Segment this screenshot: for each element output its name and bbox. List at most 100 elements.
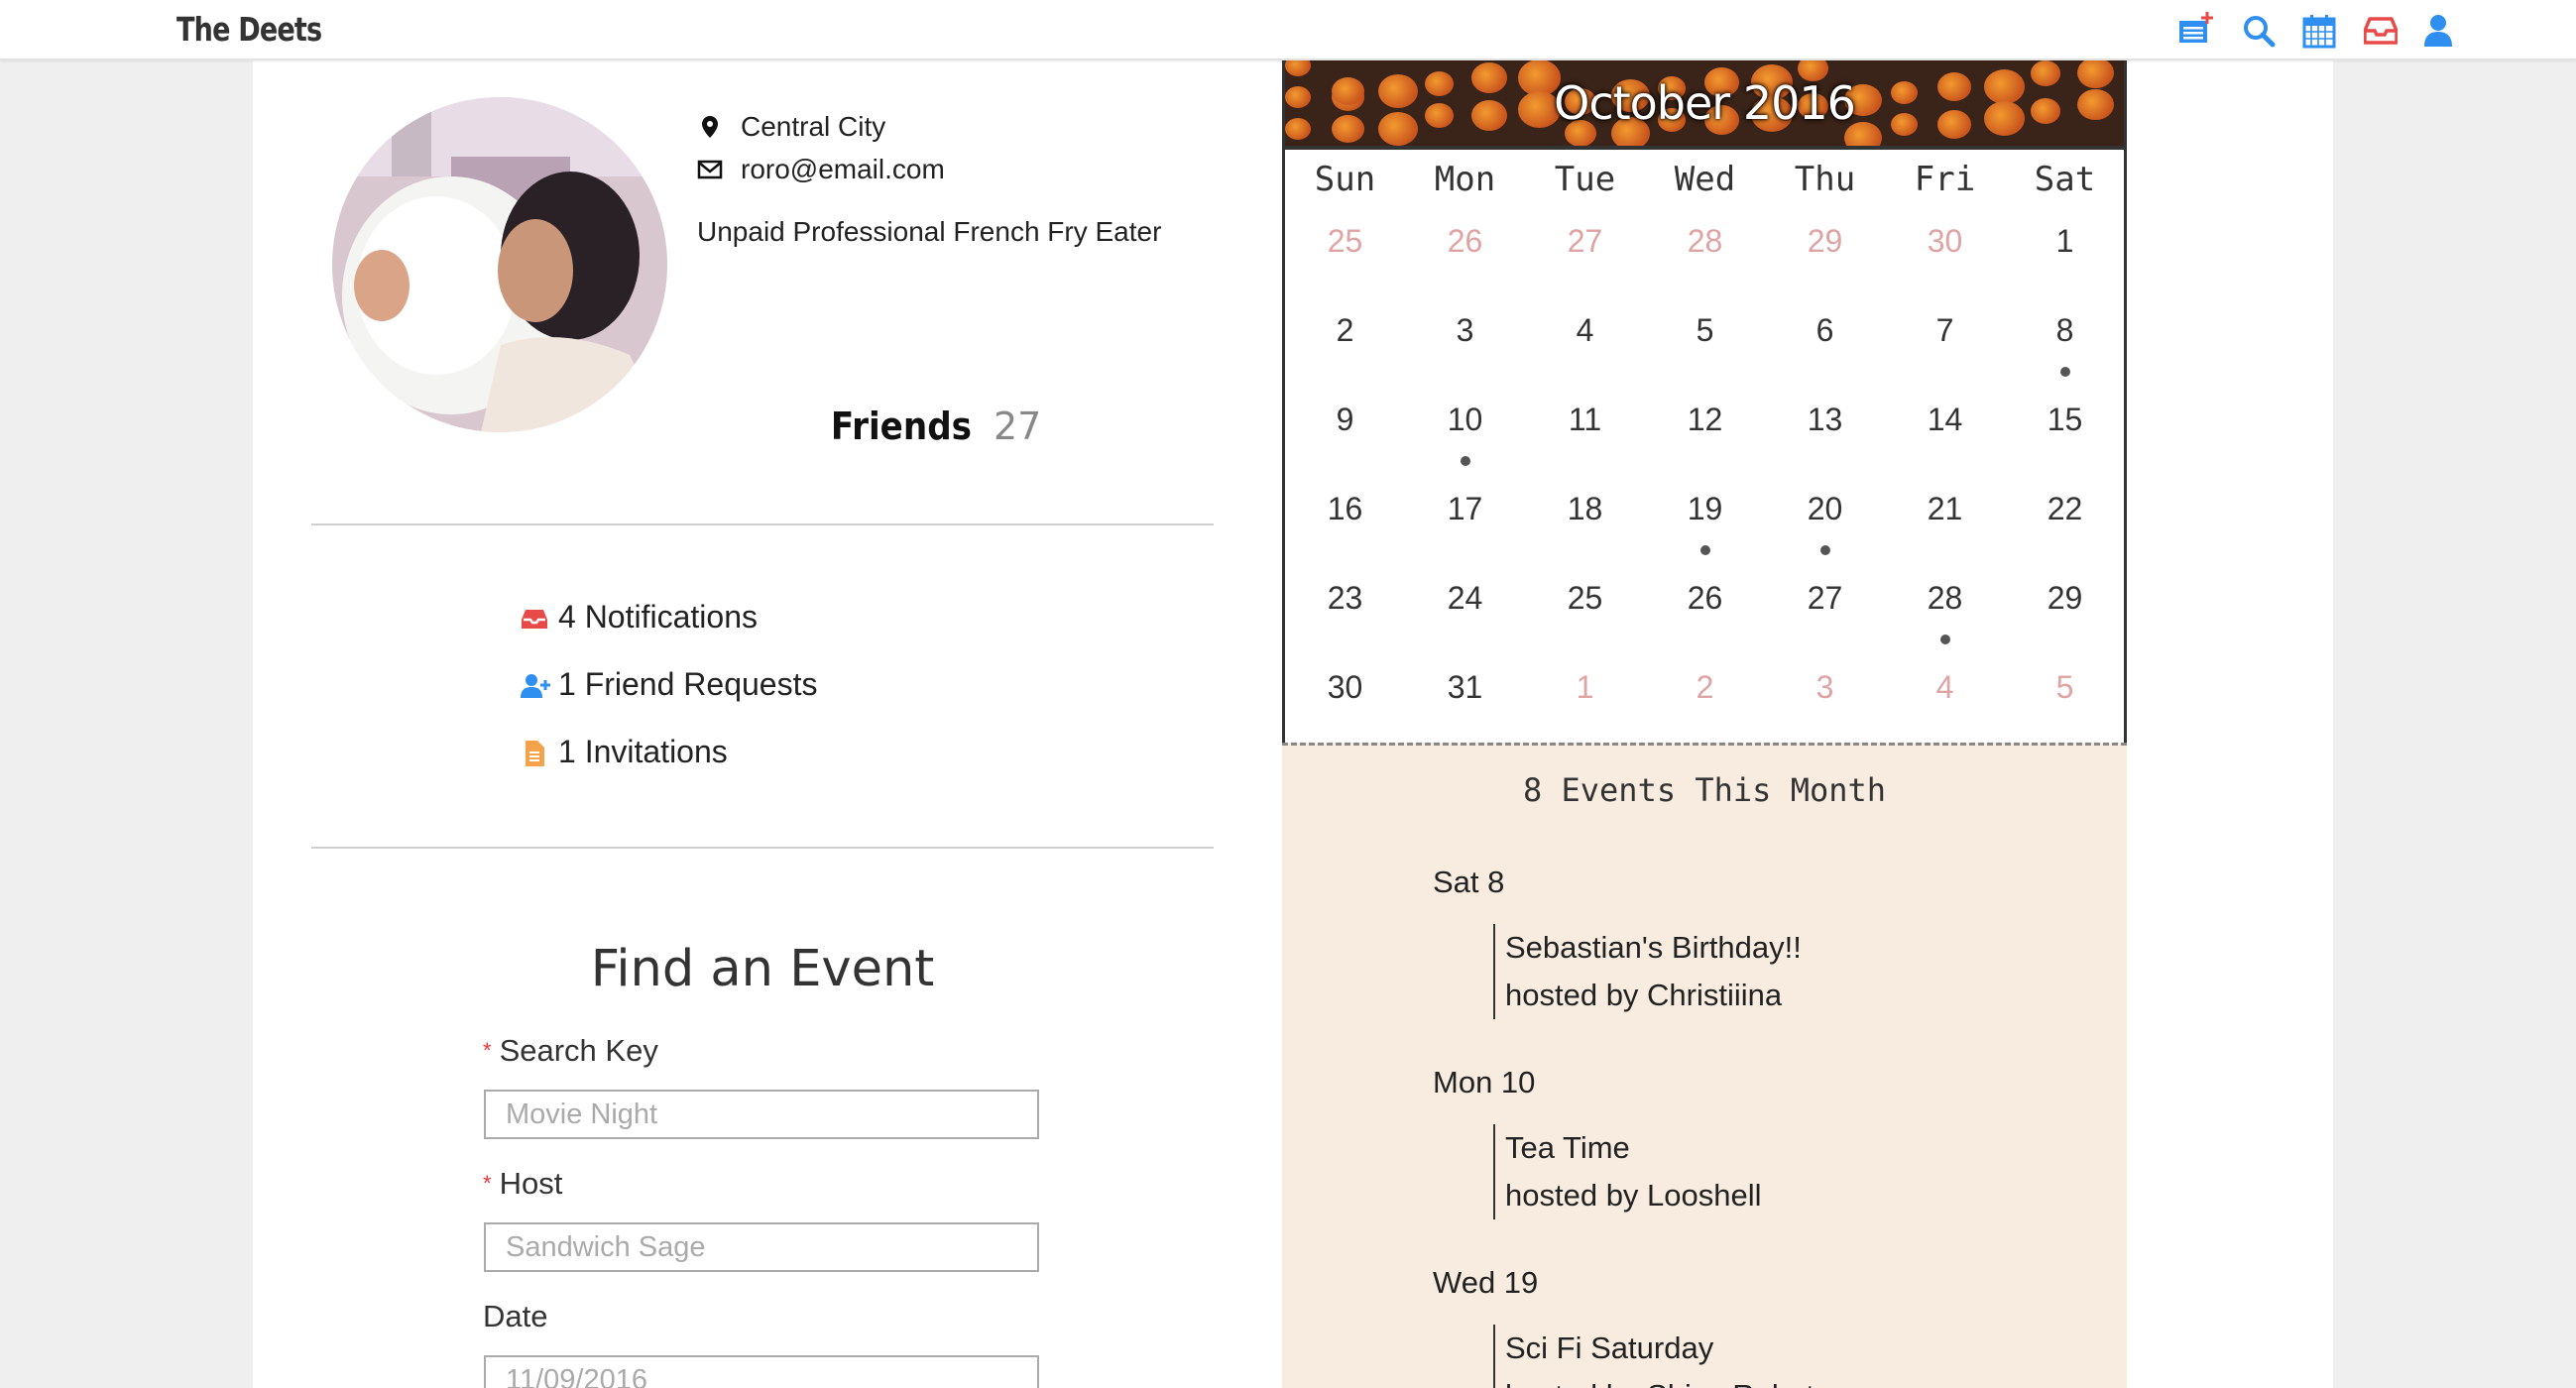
event-name: Tea Time: [1505, 1130, 1630, 1165]
weekday-header: Tue: [1554, 160, 1616, 199]
calendar-day-other-month[interactable]: 28: [1645, 223, 1765, 260]
event-item[interactable]: Sci Fi Saturday hosted by Shiny Robots: [1493, 1325, 1829, 1388]
inbox-icon: [521, 604, 548, 632]
search-key-input[interactable]: [484, 1090, 1039, 1139]
calendar-day[interactable]: 10: [1405, 402, 1525, 438]
event-host: hosted by Looshell: [1505, 1178, 1762, 1213]
calendar-day[interactable]: 30: [1285, 669, 1405, 706]
calendar-day-other-month[interactable]: 30: [1885, 223, 2005, 260]
event-host: hosted by Shiny Robots: [1505, 1372, 1829, 1388]
profile-bio: Unpaid Professional French Fry Eater: [697, 216, 1162, 247]
calendar-day-other-month[interactable]: 29: [1765, 223, 1885, 260]
date-input[interactable]: [484, 1355, 1039, 1388]
user-icon[interactable]: [2423, 14, 2459, 50]
invitations-link[interactable]: 1 Invitations: [521, 734, 728, 770]
notifications-link[interactable]: 4 Notifications: [521, 599, 758, 636]
brand-logo[interactable]: The Deets: [176, 10, 322, 49]
calendar-day[interactable]: 28: [1885, 580, 2005, 617]
host-label-text: Host: [499, 1166, 563, 1201]
friend-requests-link[interactable]: 1 Friend Requests: [521, 666, 817, 703]
calendar-day-other-month[interactable]: 1: [1525, 669, 1645, 706]
calendar-day-other-month[interactable]: 4: [1885, 669, 2005, 706]
calendar-day[interactable]: 20: [1765, 491, 1885, 527]
calendar-day[interactable]: 11: [1525, 402, 1645, 438]
calendar-day-other-month[interactable]: 2: [1645, 669, 1765, 706]
friends-count[interactable]: Friends 27: [823, 405, 1041, 448]
calendar-day[interactable]: 5: [1645, 312, 1765, 349]
host-input[interactable]: [484, 1222, 1039, 1272]
event-date: Wed 19: [1433, 1265, 1539, 1300]
calendar-day[interactable]: 7: [1885, 312, 2005, 349]
event-dot: [1820, 545, 1830, 555]
event-item[interactable]: Sebastian's Birthday!! hosted by Christi…: [1493, 924, 1802, 1019]
calendar-day[interactable]: 16: [1285, 491, 1405, 527]
calendar-day[interactable]: 4: [1525, 312, 1645, 349]
invitations-text: 1 Invitations: [558, 734, 728, 769]
event-item[interactable]: Tea Time hosted by Looshell: [1493, 1124, 1762, 1219]
event-date: Sat 8: [1433, 865, 1505, 899]
inbox-icon[interactable]: [2363, 16, 2400, 52]
calendar-day[interactable]: 19: [1645, 491, 1765, 527]
calendar-day[interactable]: 1: [2005, 223, 2125, 260]
event-date: Mon 10: [1433, 1065, 1536, 1099]
event-dot: [1940, 635, 1950, 644]
event-name: Sci Fi Saturday: [1505, 1330, 1714, 1365]
event-dot: [1700, 545, 1710, 555]
calendar-day[interactable]: 3: [1405, 312, 1525, 349]
host-label: * Host: [483, 1166, 562, 1202]
email-line: roro@email.com: [697, 154, 945, 185]
calendar-day[interactable]: 22: [2005, 491, 2125, 527]
calendar-day-other-month[interactable]: 5: [2005, 669, 2125, 706]
location-line: Central City: [697, 111, 885, 143]
calendar-day[interactable]: 8: [2005, 312, 2125, 349]
calendar-day[interactable]: 6: [1765, 312, 1885, 349]
add-event-icon[interactable]: [2177, 10, 2213, 46]
calendar-day[interactable]: 17: [1405, 491, 1525, 527]
calendar-day[interactable]: 23: [1285, 580, 1405, 617]
calendar-day[interactable]: 31: [1405, 669, 1525, 706]
envelope-icon: [697, 157, 723, 182]
event-dot: [2060, 367, 2070, 377]
search-key-label-text: Search Key: [499, 1033, 658, 1068]
date-label: Date: [483, 1299, 548, 1333]
calendar-day[interactable]: 15: [2005, 402, 2125, 438]
calendar-day[interactable]: 9: [1285, 402, 1405, 438]
divider: [311, 523, 1214, 525]
calendar-day[interactable]: 25: [1525, 580, 1645, 617]
calendar-day-other-month[interactable]: 3: [1765, 669, 1885, 706]
friends-label: Friends: [830, 405, 973, 448]
events-title: 8 Events This Month: [1522, 771, 1887, 809]
add-friend-icon: [521, 671, 550, 699]
calendar-day[interactable]: 2: [1285, 312, 1405, 349]
email-text: roro@email.com: [741, 154, 945, 184]
document-icon: [521, 739, 548, 766]
weekday-header: Fri: [1914, 160, 1976, 199]
divider: [311, 847, 1214, 849]
notifications-text: 4 Notifications: [558, 599, 758, 635]
friends-number: 27: [993, 405, 1042, 448]
calendar-day[interactable]: 21: [1885, 491, 2005, 527]
calendar-day-other-month[interactable]: 25: [1285, 223, 1405, 260]
calendar-day-other-month[interactable]: 27: [1525, 223, 1645, 260]
find-event-title: Find an Event: [590, 940, 935, 998]
calendar: October 2016 Sun Mon Tue Wed Thu Fri Sat 25 26 27…: [1282, 60, 2127, 745]
events-panel: 8 Events This Month Sat 8 Sebastian's Bi…: [1282, 743, 2127, 1388]
calendar-header: October 2016: [1285, 60, 2124, 146]
calendar-month-title: October 2016: [1554, 76, 1856, 130]
calendar-icon[interactable]: [2302, 14, 2338, 50]
calendar-day[interactable]: 29: [2005, 580, 2125, 617]
calendar-day-other-month[interactable]: 26: [1405, 223, 1525, 260]
event-host: hosted by Christiiina: [1505, 978, 1783, 1012]
event-name: Sebastian's Birthday!!: [1505, 930, 1802, 965]
calendar-day[interactable]: 27: [1765, 580, 1885, 617]
calendar-day[interactable]: 18: [1525, 491, 1645, 527]
weekday-header: Wed: [1674, 160, 1736, 199]
required-mark: *: [483, 1171, 492, 1196]
calendar-day[interactable]: 12: [1645, 402, 1765, 438]
search-icon[interactable]: [2242, 14, 2278, 50]
calendar-day[interactable]: 14: [1885, 402, 2005, 438]
search-key-label: * Search Key: [483, 1033, 658, 1069]
calendar-day[interactable]: 13: [1765, 402, 1885, 438]
calendar-day[interactable]: 24: [1405, 580, 1525, 617]
calendar-day[interactable]: 26: [1645, 580, 1765, 617]
